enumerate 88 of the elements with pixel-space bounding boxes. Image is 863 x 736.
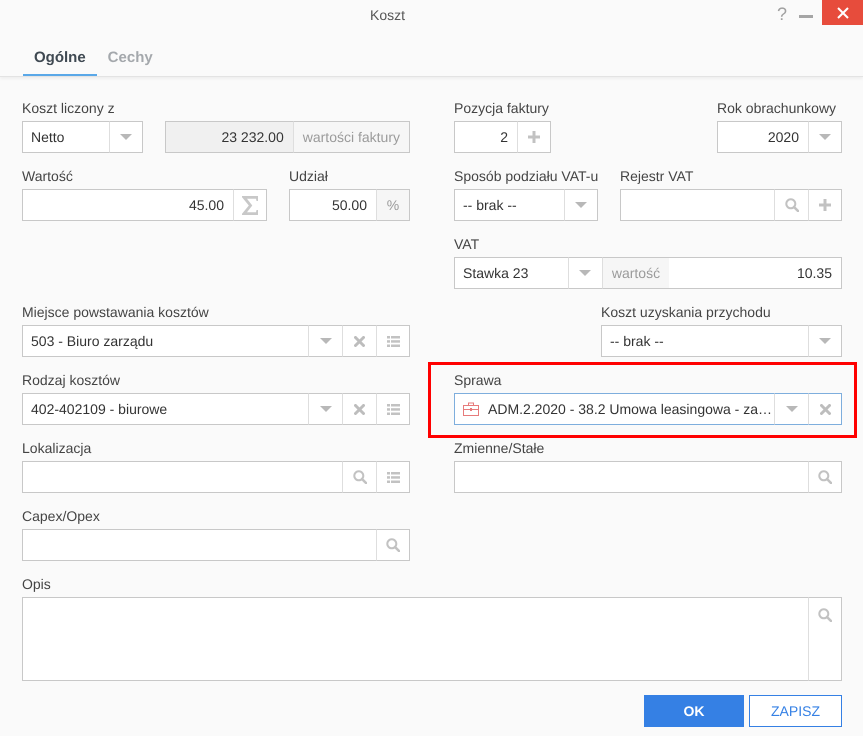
window-title: Koszt — [370, 7, 405, 23]
field-label: Rok obrachunkowy — [717, 99, 836, 117]
caret-icon — [819, 338, 831, 344]
sum-button[interactable] — [233, 189, 267, 221]
text-area[interactable] — [22, 597, 808, 681]
number-field[interactable]: 2020 — [717, 121, 808, 153]
caret-icon — [579, 270, 592, 276]
caret-icon — [320, 338, 332, 344]
field-label: Pozycja faktury — [454, 99, 549, 117]
minimize-icon — [799, 15, 813, 18]
search-button[interactable] — [376, 529, 410, 561]
field-label: Koszt liczony z — [22, 99, 115, 117]
caret-icon — [120, 134, 132, 140]
dropdown-button[interactable] — [564, 189, 598, 221]
field-label: VAT — [454, 235, 480, 253]
dropdown-button[interactable] — [774, 393, 808, 425]
list-icon — [386, 404, 400, 414]
list-button[interactable] — [376, 325, 410, 357]
field-label: Opis — [22, 575, 51, 593]
clear-icon — [820, 404, 830, 414]
field-label: Zmienne/Stałe — [454, 439, 544, 457]
search-icon — [352, 470, 366, 484]
input-field[interactable] — [22, 461, 342, 493]
search-icon — [818, 608, 832, 622]
add-button[interactable] — [517, 121, 551, 153]
caret-icon — [819, 134, 831, 140]
number-field[interactable]: 50.00 — [289, 189, 376, 221]
clear-icon — [354, 336, 365, 346]
field-label: Capex/Opex — [22, 507, 100, 525]
clear-icon — [354, 404, 365, 414]
dropdown-field[interactable]: -- brak -- — [454, 189, 564, 221]
dropdown-button[interactable] — [109, 121, 143, 153]
search-button[interactable] — [808, 461, 842, 493]
caret-icon — [786, 406, 798, 412]
close-button[interactable] — [822, 0, 863, 25]
plus-icon — [819, 199, 831, 211]
dropdown-button[interactable] — [568, 257, 602, 289]
briefcase-icon — [463, 402, 479, 416]
plus-icon — [528, 131, 540, 143]
lookup-field[interactable]: ADM.2.2020 - 38.2 Umowa leasingowa - za… — [454, 393, 774, 425]
dropdown-button[interactable] — [308, 393, 342, 425]
field-label: Rejestr VAT — [620, 167, 694, 185]
dropdown-field[interactable]: 503 - Biuro zarządu — [22, 325, 308, 357]
search-button[interactable] — [774, 189, 808, 221]
field-label: Rodzaj kosztów — [22, 371, 120, 389]
number-field[interactable]: 23 232.00 — [165, 121, 293, 153]
search-icon — [386, 538, 400, 552]
input-field[interactable] — [22, 529, 376, 561]
dropdown-button[interactable] — [308, 325, 342, 357]
search-icon — [784, 198, 798, 212]
list-icon — [386, 336, 400, 346]
add-button[interactable] — [808, 189, 842, 221]
minimize-button[interactable] — [799, 15, 813, 18]
field-label: Koszt uzyskania przychodu — [601, 303, 771, 321]
clear-button[interactable] — [808, 393, 842, 425]
search-icon — [818, 470, 832, 484]
number-field[interactable]: 45.00 — [22, 189, 233, 221]
tab[interactable]: Ogólne — [23, 30, 97, 76]
field-label: Sprawa — [454, 371, 502, 389]
search-button[interactable] — [342, 461, 376, 493]
dropdown-field[interactable]: -- brak -- — [601, 325, 808, 357]
close-icon — [836, 6, 848, 18]
field-label: Udział — [289, 167, 328, 185]
field-label: Wartość — [22, 167, 73, 185]
field-label: Sposób podziału VAT-u — [454, 167, 598, 185]
ok-button[interactable]: OK — [644, 695, 744, 727]
dropdown-field[interactable]: 402-402109 - biurowe — [22, 393, 308, 425]
clear-button[interactable] — [342, 393, 376, 425]
clear-button[interactable] — [342, 325, 376, 357]
save-button[interactable]: ZAPISZ — [749, 695, 842, 727]
input-field[interactable] — [454, 461, 808, 493]
input-field[interactable] — [620, 189, 774, 221]
number-field[interactable]: 2 — [454, 121, 517, 153]
caret-icon — [320, 406, 332, 412]
field-label: Miejsce powstawania kosztów — [22, 303, 209, 321]
search-button[interactable] — [808, 597, 842, 681]
list-button[interactable] — [376, 393, 410, 425]
list-icon — [386, 472, 400, 482]
dropdown-button[interactable] — [808, 121, 842, 153]
dropdown-field[interactable]: Stawka 23 — [454, 257, 568, 289]
sigma-icon — [242, 196, 258, 214]
caret-icon — [575, 202, 587, 208]
unit-label: wartości faktury — [292, 121, 410, 153]
dropdown-button[interactable] — [808, 325, 842, 357]
dropdown-field[interactable]: Netto — [22, 121, 109, 153]
field-label: Lokalizacja — [22, 439, 92, 457]
unit-label: % — [376, 189, 410, 221]
list-button[interactable] — [376, 461, 410, 493]
